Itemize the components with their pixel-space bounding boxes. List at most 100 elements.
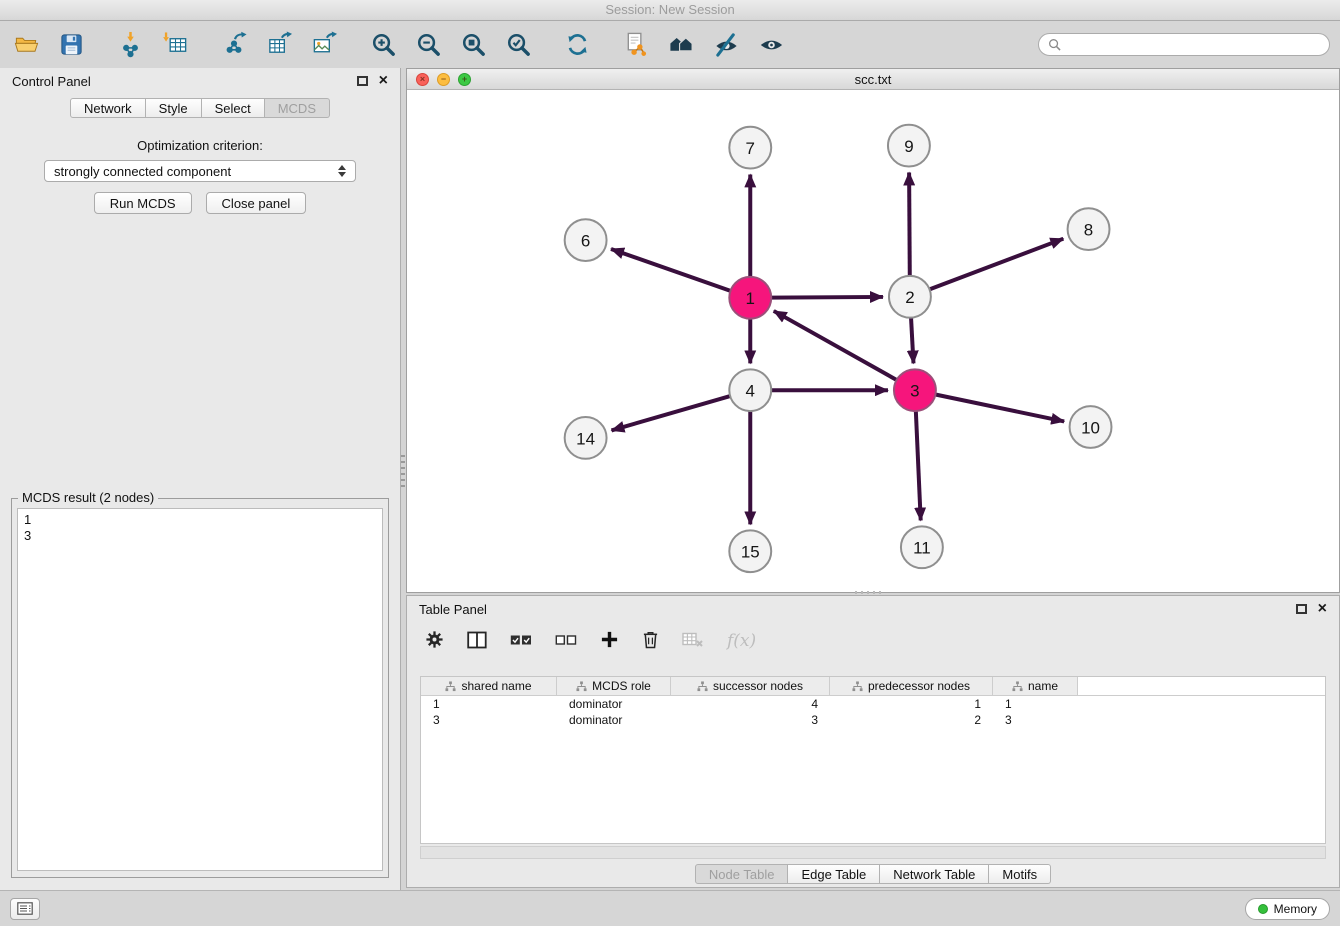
close-panel-icon[interactable]: × [379, 75, 388, 87]
import-table-button[interactable] [159, 29, 191, 61]
delete-row-button[interactable] [642, 630, 659, 652]
graph-edge-3-10[interactable] [935, 395, 1064, 422]
graphics-details-button[interactable] [710, 29, 742, 61]
search-icon [1048, 38, 1061, 51]
show-columns-button[interactable] [467, 631, 487, 652]
graph-edge-1-2[interactable] [771, 297, 883, 298]
close-table-panel-icon[interactable]: × [1318, 603, 1327, 615]
first-neighbors-button[interactable] [620, 29, 652, 61]
zoom-selected-button[interactable] [502, 29, 534, 61]
network-canvas[interactable]: 7 9 6 8 1 2 4 3 14 10 15 11 [407, 90, 1339, 592]
column-header-MCDS-role[interactable]: MCDS role [557, 677, 671, 695]
home-view-button[interactable] [665, 29, 697, 61]
graph-edge-2-9[interactable] [909, 173, 910, 276]
graph-edge-4-14[interactable] [611, 396, 730, 430]
graph-edge-2-3[interactable] [911, 318, 913, 364]
sort-icon [1012, 681, 1023, 692]
show-view-button[interactable] [755, 29, 787, 61]
function-builder-button[interactable]: f(x) [727, 631, 756, 651]
mcds-result-groupbox: MCDS result (2 nodes) 13 [11, 498, 389, 878]
column-label: name [1028, 679, 1058, 693]
export-network-button[interactable] [218, 29, 250, 61]
table-row[interactable]: 1dominator411 [421, 696, 1325, 712]
close-panel-button[interactable]: Close panel [206, 192, 307, 214]
graph-edge-3-11[interactable] [916, 411, 921, 520]
tab-node-table[interactable]: Node Table [695, 864, 789, 884]
graph-node-10[interactable]: 10 [1070, 406, 1112, 448]
sort-icon [576, 681, 587, 692]
tab-motifs[interactable]: Motifs [989, 864, 1051, 884]
table-settings-button[interactable] [425, 630, 444, 652]
zoom-fit-button[interactable] [457, 29, 489, 61]
criterion-dropdown[interactable]: strongly connected component [44, 160, 356, 182]
destroy-table-button[interactable] [682, 631, 704, 652]
tab-style[interactable]: Style [146, 98, 202, 118]
graph-edge-2-8[interactable] [930, 239, 1064, 290]
memory-button[interactable]: Memory [1245, 898, 1330, 920]
table-row[interactable]: 3dominator323 [421, 712, 1325, 728]
graph-node-14[interactable]: 14 [565, 417, 607, 459]
column-label: shared name [461, 679, 531, 693]
mcds-result-list[interactable]: 13 [17, 508, 383, 871]
network-graph[interactable]: 7 9 6 8 1 2 4 3 14 10 15 11 [407, 90, 1339, 592]
graph-node-1[interactable]: 1 [729, 277, 771, 319]
network-window-titlebar[interactable]: × − + scc.txt [407, 69, 1339, 90]
column-header-predecessor-nodes[interactable]: predecessor nodes [830, 677, 993, 695]
graph-node-4[interactable]: 4 [729, 369, 771, 411]
export-image-button[interactable] [308, 29, 340, 61]
main-toolbar [0, 21, 1340, 68]
search-box[interactable] [1038, 33, 1330, 56]
horizontal-splitter-grip[interactable] [855, 591, 883, 594]
float-panel-icon[interactable] [357, 76, 368, 86]
minimize-window-icon[interactable]: − [437, 73, 450, 86]
table-header-row: shared name MCDS rolesuccessor nodesprede… [421, 677, 1325, 696]
tab-network-table[interactable]: Network Table [880, 864, 989, 884]
tab-network[interactable]: Network [70, 98, 146, 118]
search-input[interactable] [1067, 38, 1320, 52]
unselect-all-button[interactable] [555, 633, 577, 650]
save-session-button[interactable] [55, 29, 87, 61]
column-header-shared-name[interactable]: shared name [421, 677, 557, 695]
vertical-splitter-grip[interactable] [401, 455, 405, 489]
graph-node-8[interactable]: 8 [1068, 208, 1110, 250]
control-panel-title: Control Panel [12, 74, 91, 89]
add-row-button[interactable] [600, 630, 619, 652]
float-table-panel-icon[interactable] [1296, 604, 1307, 614]
refresh-icon [564, 31, 591, 58]
import-network-button[interactable] [114, 29, 146, 61]
graph-node-7[interactable]: 7 [729, 127, 771, 169]
svg-text:8: 8 [1084, 221, 1093, 240]
maximize-window-icon[interactable]: + [458, 73, 471, 86]
open-file-button[interactable] [10, 29, 42, 61]
tab-mcds[interactable]: MCDS [265, 98, 330, 118]
panel-menu-button[interactable] [10, 898, 40, 920]
svg-text:9: 9 [904, 137, 913, 156]
cell-shared-name: 3 [421, 712, 557, 728]
table-panel-header: Table Panel × [407, 596, 1339, 622]
svg-text:2: 2 [905, 288, 914, 307]
zoom-in-icon [370, 31, 397, 58]
column-header-name[interactable]: name [993, 677, 1078, 695]
close-window-icon[interactable]: × [416, 73, 429, 86]
tab-edge-table[interactable]: Edge Table [788, 864, 880, 884]
select-all-button[interactable] [510, 633, 532, 650]
graph-node-2[interactable]: 2 [889, 276, 931, 318]
graph-node-15[interactable]: 15 [729, 530, 771, 572]
table-horizontal-scrollbar[interactable] [420, 846, 1326, 859]
graph-node-11[interactable]: 11 [901, 526, 943, 568]
tab-select[interactable]: Select [202, 98, 265, 118]
open-folder-icon [13, 31, 40, 58]
export-table-button[interactable] [263, 29, 295, 61]
graph-node-6[interactable]: 6 [565, 219, 607, 261]
memory-status-icon [1258, 904, 1268, 914]
cell-predecessor-nodes: 2 [830, 712, 993, 728]
graph-edge-1-6[interactable] [611, 249, 730, 291]
graph-edge-3-1[interactable] [774, 311, 897, 380]
column-header-successor-nodes[interactable]: successor nodes [671, 677, 830, 695]
graph-node-9[interactable]: 9 [888, 125, 930, 167]
zoom-out-button[interactable] [412, 29, 444, 61]
run-mcds-button[interactable]: Run MCDS [94, 192, 192, 214]
zoom-in-button[interactable] [367, 29, 399, 61]
graph-node-3[interactable]: 3 [894, 369, 936, 411]
apply-layout-button[interactable] [561, 29, 593, 61]
